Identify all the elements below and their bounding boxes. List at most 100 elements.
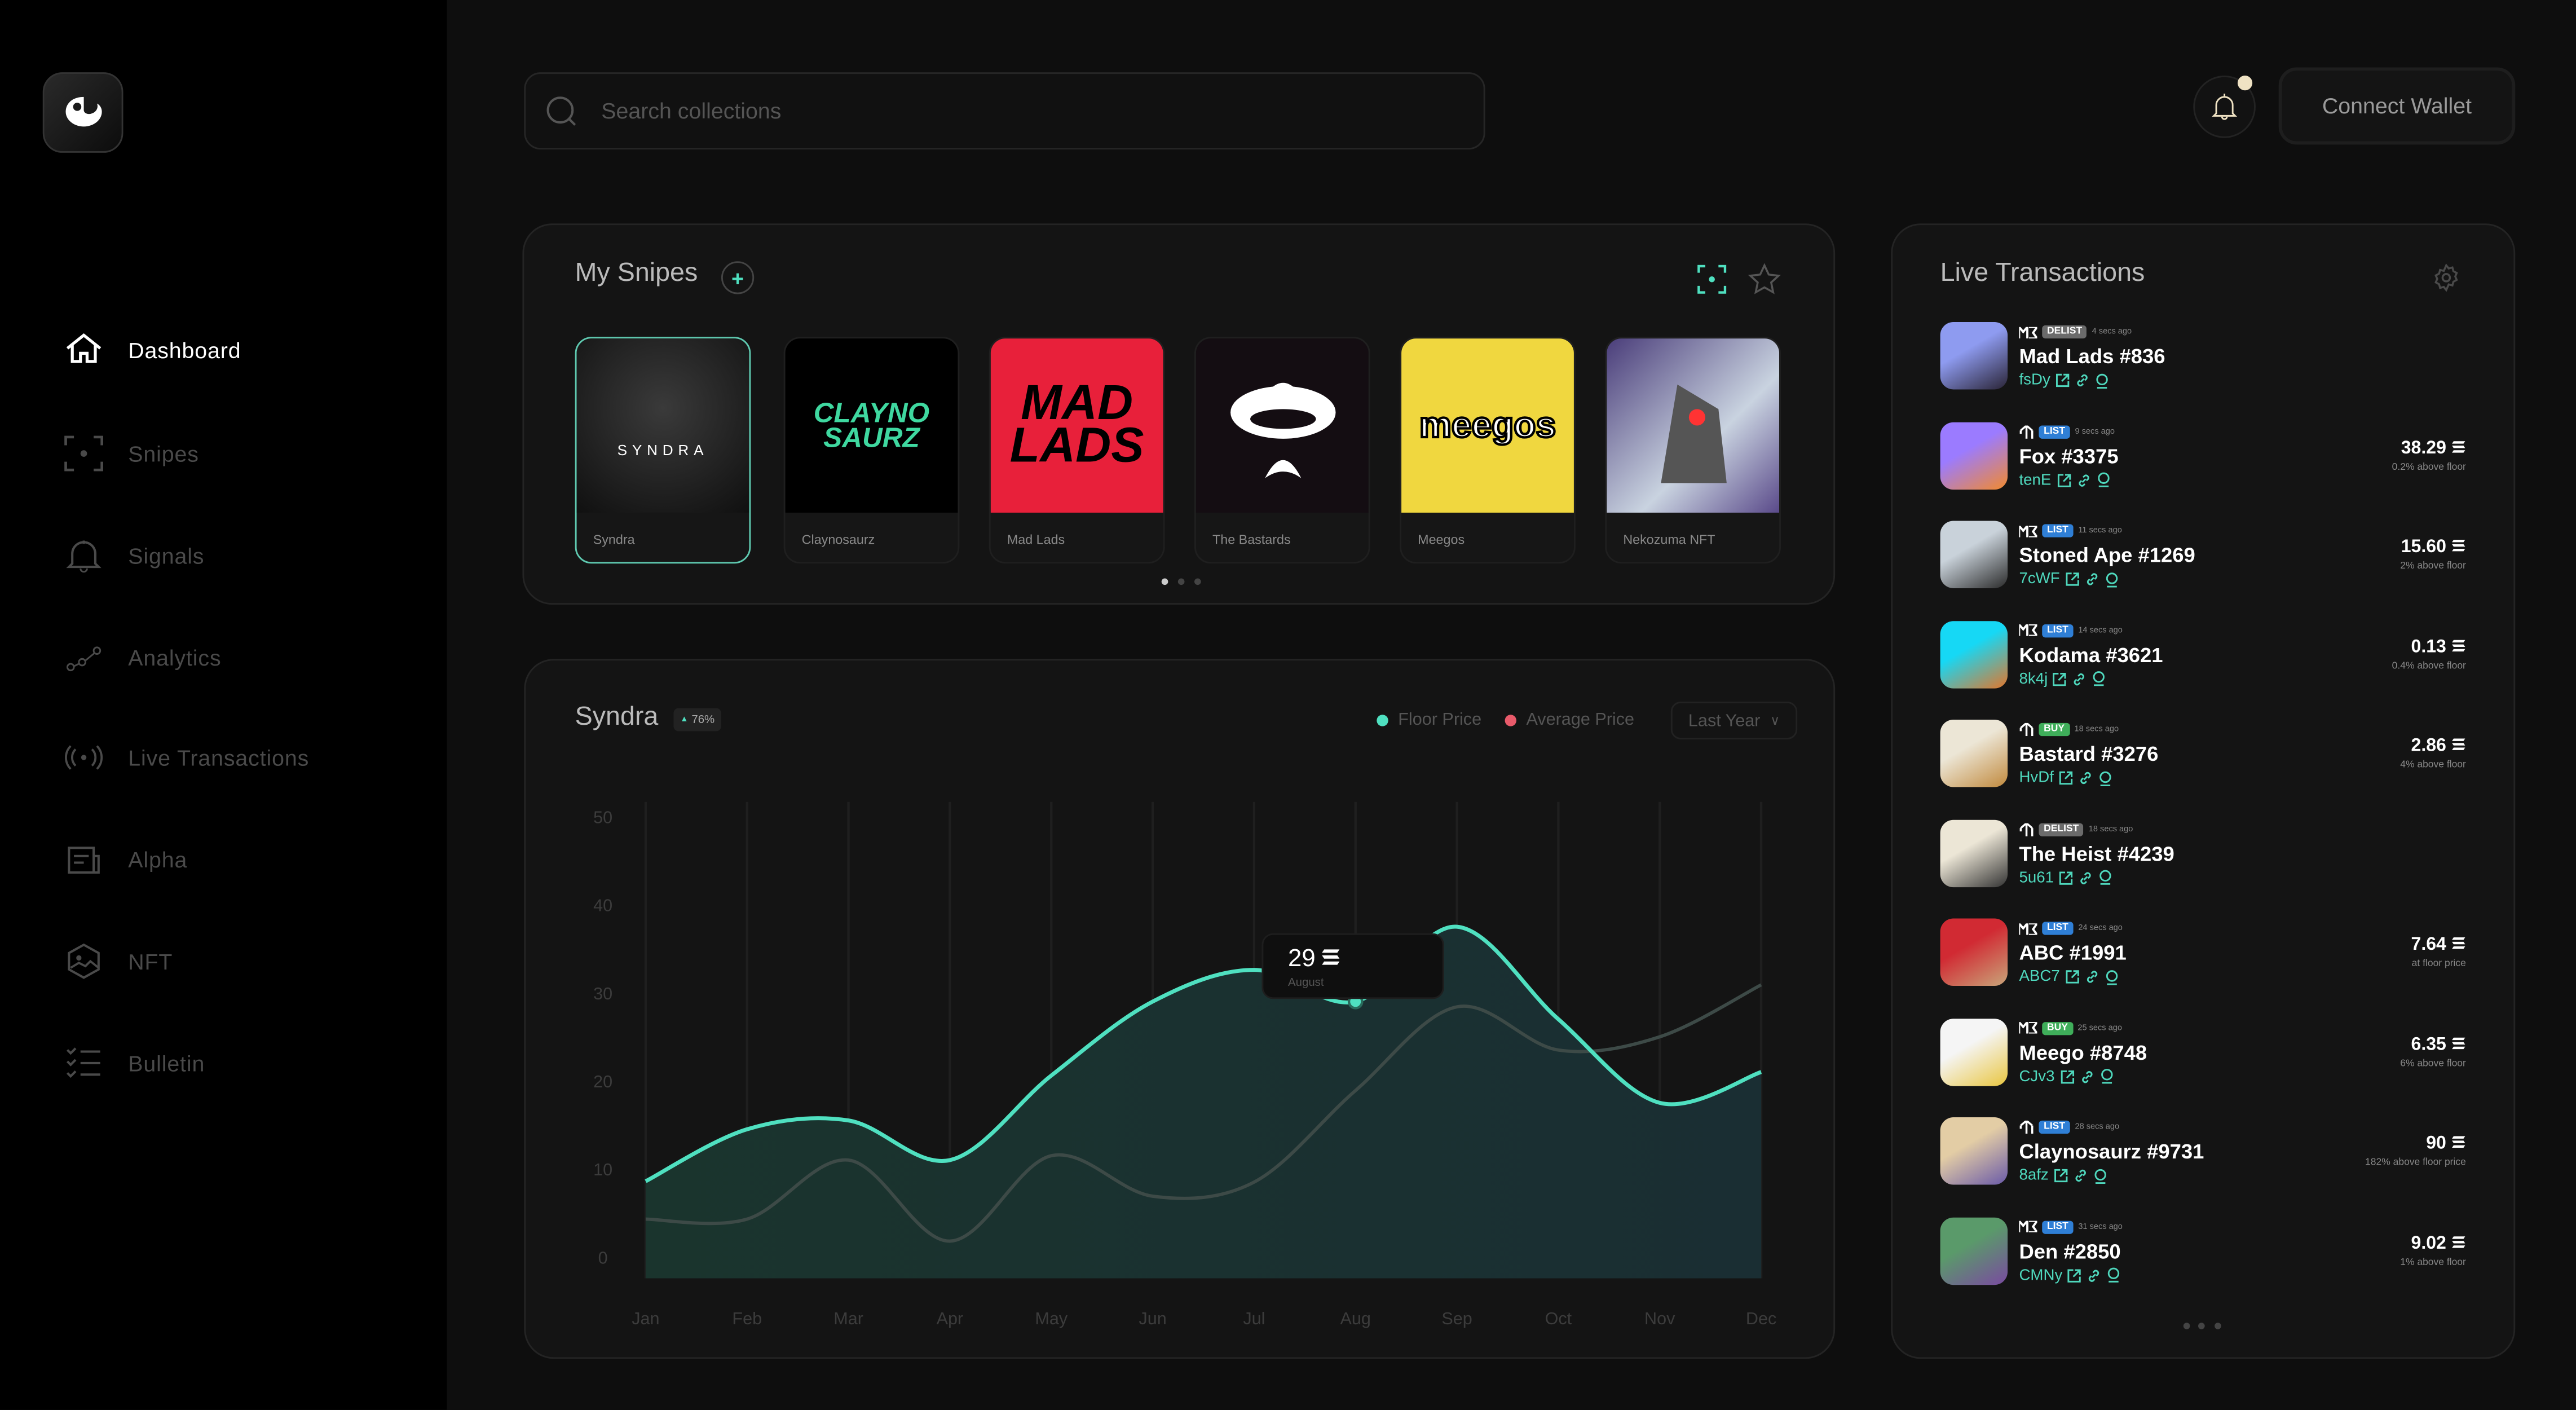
search-pin-icon[interactable] (2099, 1068, 2114, 1085)
tooltip-value: 29 (1288, 945, 1316, 973)
transaction-row[interactable]: LIST 9 secs ago Fox #3375 tenE 38.29 0.2% … (1940, 421, 2466, 493)
external-link-icon[interactable] (2053, 671, 2067, 686)
link-icon[interactable] (2079, 1069, 2094, 1083)
link-icon[interactable] (2079, 870, 2093, 885)
transaction-row[interactable]: LIST 11 secs ago Stoned Ape #1269 7cWF 15… (1940, 521, 2466, 593)
transaction-row[interactable]: LIST 24 secs ago ABC #1991 ABC7 7.64 at fl… (1940, 918, 2466, 991)
wallet-address[interactable]: 8afz (2019, 1166, 2048, 1184)
x-tick-label: Oct (1545, 1309, 1572, 1328)
link-icon[interactable] (2084, 572, 2099, 587)
wallet-address[interactable]: CMNy (2019, 1266, 2062, 1284)
wallet-address[interactable]: 7cWF (2019, 570, 2059, 588)
nft-avatar (1940, 720, 2008, 787)
price: 2.86 (2411, 736, 2446, 756)
search-pin-icon[interactable] (2092, 671, 2107, 687)
external-link-icon[interactable] (2054, 1168, 2068, 1183)
search-pin-icon[interactable] (2096, 472, 2110, 488)
link-icon[interactable] (2076, 473, 2090, 487)
floor-comparison: 6% above floor (2400, 1059, 2466, 1069)
transaction-row[interactable]: BUY 25 secs ago Meego #8748 CJv3 6.35 6% a… (1940, 1017, 2466, 1090)
type-badge: DELIST (2042, 325, 2087, 339)
transaction-row[interactable]: BUY 18 secs ago Bastard #3276 HvDf 2.86 4%… (1940, 720, 2466, 792)
transaction-row[interactable]: LIST 14 secs ago Kodama #3621 8k4j 0.13 0.… (1940, 620, 2466, 693)
live-transactions-title: Live Transactions (1940, 259, 2145, 288)
link-icon[interactable] (2075, 373, 2089, 387)
transaction-row[interactable]: DELIST 4 secs ago Mad Lads #836 fsDy (1940, 322, 2466, 394)
page-dot[interactable] (2215, 1323, 2221, 1329)
search-pin-icon[interactable] (2094, 372, 2109, 389)
time-ago: 18 secs ago (2088, 824, 2133, 834)
price: 9.02 (2411, 1233, 2446, 1253)
search-pin-icon[interactable] (2104, 968, 2119, 985)
external-link-icon[interactable] (2056, 473, 2071, 487)
y-tick-label: 50 (593, 808, 612, 827)
nft-avatar (1940, 421, 2008, 489)
link-icon[interactable] (2084, 970, 2099, 984)
type-badge: BUY (2042, 1021, 2073, 1034)
wallet-address[interactable]: HvDf (2019, 769, 2054, 787)
nft-avatar (1940, 1017, 2008, 1086)
solana-icon (2451, 1034, 2466, 1054)
type-badge: LIST (2042, 623, 2074, 637)
x-tick-label: Mar (833, 1309, 863, 1328)
wallet-address[interactable]: CJv3 (2019, 1067, 2054, 1085)
nft-name: Bastard #3276 (2019, 742, 2159, 766)
solana-icon (2451, 637, 2466, 656)
magic-eden-icon (2019, 624, 2037, 636)
wallet-address[interactable]: 8k4j (2019, 669, 2048, 688)
nft-avatar (1940, 918, 2008, 986)
solana-icon (2451, 537, 2466, 557)
external-link-icon[interactable] (2055, 373, 2070, 387)
x-tick-label: Jul (1243, 1309, 1265, 1328)
time-ago: 4 secs ago (2092, 327, 2132, 337)
nft-avatar (1940, 819, 2008, 887)
external-link-icon[interactable] (2065, 572, 2079, 587)
x-tick-label: Jun (1139, 1309, 1166, 1328)
link-icon[interactable] (2079, 770, 2093, 785)
search-pin-icon[interactable] (2093, 1167, 2107, 1184)
x-tick-label: Aug (1340, 1309, 1371, 1328)
wallet-address[interactable]: fsDy (2019, 371, 2050, 389)
type-badge: LIST (2042, 1220, 2074, 1233)
external-link-icon[interactable] (2059, 770, 2074, 785)
time-ago: 18 secs ago (2074, 724, 2119, 735)
price: 38.29 (2401, 438, 2446, 458)
search-pin-icon[interactable] (2104, 571, 2119, 587)
type-badge: LIST (2039, 1120, 2070, 1134)
time-ago: 14 secs ago (2078, 625, 2123, 635)
wallet-address[interactable]: tenE (2019, 471, 2051, 489)
solana-icon (2451, 438, 2466, 457)
nft-name: Mad Lads #836 (2019, 345, 2165, 368)
transaction-row[interactable]: LIST 31 secs ago Den #2850 CMNy 9.02 1% ab… (1940, 1217, 2466, 1289)
floor-comparison: 2% above floor (2400, 562, 2466, 572)
external-link-icon[interactable] (2065, 970, 2080, 984)
link-icon[interactable] (2073, 1168, 2088, 1183)
x-tick-label: Jan (632, 1309, 659, 1328)
floor-comparison: 0.2% above floor (2392, 462, 2466, 473)
external-link-icon[interactable] (2067, 1268, 2082, 1283)
transaction-row[interactable]: LIST 28 secs ago Claynosaurz #9731 8afz 9… (1940, 1117, 2466, 1189)
magic-eden-icon (2019, 1220, 2037, 1232)
wallet-address[interactable]: ABC7 (2019, 968, 2059, 986)
search-pin-icon[interactable] (2107, 1267, 2121, 1283)
page-dot[interactable] (2183, 1323, 2190, 1329)
transaction-row[interactable]: DELIST 18 secs ago The Heist #4239 5u61 (1940, 819, 2466, 891)
floor-comparison: 4% above floor (2400, 760, 2466, 771)
x-tick-label: Nov (1644, 1309, 1675, 1328)
link-icon[interactable] (2072, 671, 2087, 686)
tensor-icon (2019, 1120, 2034, 1134)
type-badge: LIST (2042, 922, 2074, 935)
nft-name: Claynosaurz #9731 (2019, 1140, 2204, 1164)
time-ago: 24 secs ago (2078, 923, 2123, 933)
wallet-address[interactable]: 5u61 (2019, 869, 2054, 887)
price: 7.64 (2411, 935, 2446, 955)
link-icon[interactable] (2087, 1268, 2102, 1283)
external-link-icon[interactable] (2059, 1069, 2074, 1083)
search-pin-icon[interactable] (2098, 869, 2113, 885)
tooltip-label: August (1288, 977, 1324, 989)
external-link-icon[interactable] (2059, 870, 2074, 885)
type-badge: LIST (2039, 425, 2070, 438)
gear-icon[interactable] (2432, 263, 2461, 292)
search-pin-icon[interactable] (2098, 770, 2113, 786)
page-dot[interactable] (2198, 1323, 2205, 1329)
